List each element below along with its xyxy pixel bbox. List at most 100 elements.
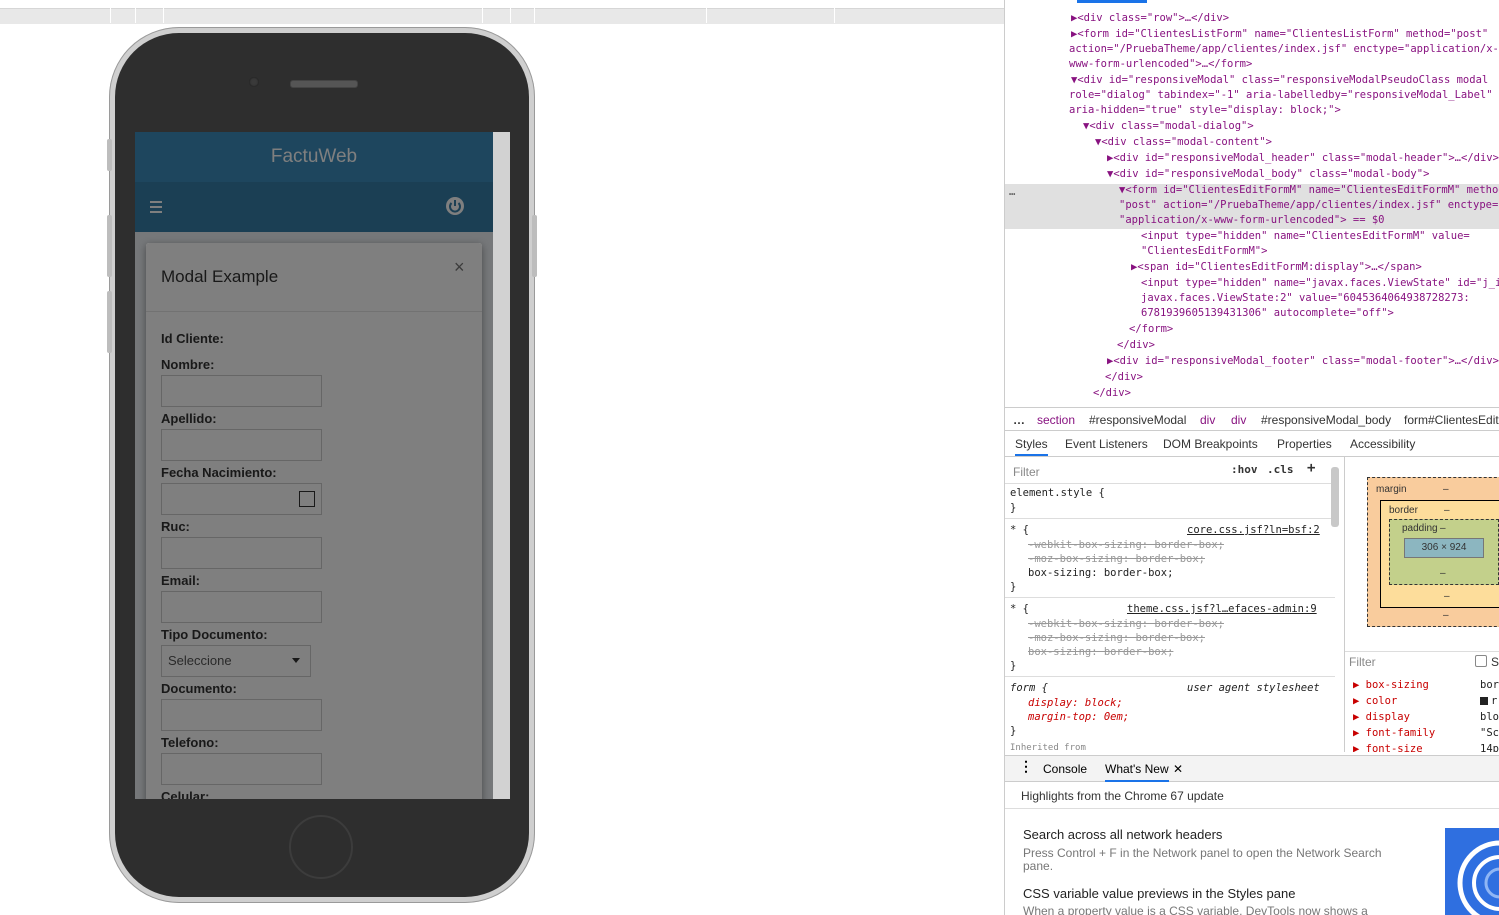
drawer-tabs: ⋮ Console What's New ✕: [1005, 755, 1499, 782]
whats-new-item-title[interactable]: CSS variable value previews in the Style…: [1023, 886, 1295, 901]
dom-line[interactable]: ▼<form id="ClientesEditFormM" name="Clie…: [1119, 184, 1499, 196]
computed-value: bor: [1480, 679, 1499, 691]
computed-value: r: [1491, 695, 1498, 707]
page-scrollbar[interactable]: [493, 132, 510, 799]
cls-toggle[interactable]: .cls: [1267, 463, 1294, 476]
rule-source-link[interactable]: core.css.jsf?ln=bsf:2: [1187, 524, 1320, 536]
tab-accessibility[interactable]: Accessibility: [1350, 437, 1415, 451]
dom-line: "application/x-www-form-urlencoded"> == …: [1119, 214, 1385, 226]
breadcrumb-item[interactable]: #responsiveModal: [1089, 413, 1186, 427]
style-property[interactable]: -webkit-box-sizing: border-box;: [1028, 618, 1224, 630]
computed-value: "Sc: [1480, 727, 1499, 739]
tab-dom-breakpoints[interactable]: DOM Breakpoints: [1163, 437, 1258, 451]
dom-line[interactable]: <input type="hidden" name="javax.faces.V…: [1141, 277, 1499, 289]
color-swatch-icon[interactable]: [1480, 697, 1488, 705]
breadcrumb-more[interactable]: …: [1013, 413, 1025, 427]
ruler-tick: [510, 8, 511, 23]
element-style-selector[interactable]: element.style {: [1010, 487, 1105, 499]
ruler-bar: [0, 8, 1004, 24]
tab-styles[interactable]: Styles: [1015, 437, 1048, 456]
dom-line[interactable]: ▼<div id="responsiveModal" class="respon…: [1071, 74, 1488, 86]
breadcrumb-item[interactable]: form#ClientesEdit: [1404, 413, 1499, 427]
dom-line: "post" action="/PruebaTheme/app/clientes…: [1119, 199, 1499, 211]
hov-toggle[interactable]: :hov: [1231, 463, 1258, 476]
rule-selector[interactable]: * {: [1010, 524, 1029, 536]
dom-line: aria-hidden="true" style="display: block…: [1069, 104, 1341, 116]
tab-event-listeners[interactable]: Event Listeners: [1065, 437, 1148, 451]
devtools-top-tabs: [1005, 0, 1499, 3]
box-model-border[interactable]: border – – padding – – 306 × 924: [1380, 500, 1499, 608]
box-model-margin[interactable]: margin – – border – – padding – – 306 × …: [1367, 477, 1499, 627]
style-property[interactable]: -moz-box-sizing: border-box;: [1028, 632, 1205, 644]
tab-console[interactable]: Console: [1043, 762, 1087, 776]
dom-line: www-form-urlencoded">…</form>: [1069, 58, 1253, 70]
highlights-header: Highlights from the Chrome 67 update: [1005, 782, 1499, 809]
rule-close: }: [1010, 725, 1017, 737]
show-all-checkbox[interactable]: [1475, 655, 1487, 667]
dom-line[interactable]: ▼<div class="modal-dialog">: [1083, 120, 1254, 132]
device-toolbar-ruler: [0, 0, 1004, 26]
margin-label: margin: [1376, 484, 1407, 495]
rule-selector[interactable]: * {: [1010, 603, 1029, 615]
chrome-update-thumbnail[interactable]: [1445, 828, 1499, 915]
new-style-rule-button[interactable]: +: [1307, 460, 1315, 476]
dom-line[interactable]: ▶<div id="responsiveModal_footer" class=…: [1107, 355, 1499, 367]
dom-line[interactable]: ▶<form id="ClientesListForm" name="Clien…: [1071, 28, 1488, 40]
sidebar-tabs: Styles Event Listeners DOM Breakpoints P…: [1005, 431, 1499, 457]
computed-property[interactable]: ▶ display: [1353, 711, 1410, 723]
breadcrumb-item[interactable]: section: [1037, 413, 1075, 427]
border-value: –: [1444, 591, 1450, 602]
computed-property[interactable]: ▶ color: [1353, 695, 1397, 707]
style-property: margin-top: 0em;: [1028, 711, 1130, 723]
divider: [1345, 651, 1499, 652]
volume-up-button: [107, 215, 112, 277]
dom-breadcrumb: … section #responsiveModal div div #resp…: [1005, 407, 1499, 431]
style-property[interactable]: box-sizing: border-box;: [1028, 567, 1173, 579]
style-property[interactable]: box-sizing: border-box;: [1028, 646, 1173, 658]
rule-source-link[interactable]: theme.css.jsf?l…efaces-admin:9: [1127, 603, 1317, 615]
dom-line[interactable]: <input type="hidden" name="ClientesEditF…: [1141, 230, 1470, 242]
whats-new-item-title[interactable]: Search across all network headers: [1023, 827, 1222, 842]
dom-line[interactable]: ▶<div id="responsiveModal_header" class=…: [1107, 152, 1499, 164]
dom-line: "ClientesEditFormM">: [1141, 245, 1268, 257]
ruler-tick: [110, 8, 111, 23]
home-button[interactable]: [289, 815, 353, 879]
dom-line[interactable]: </div>: [1105, 371, 1143, 383]
ruler-tick: [834, 8, 835, 23]
dom-line[interactable]: ▶<span id="ClientesEditFormM:display">…<…: [1131, 261, 1422, 273]
style-property[interactable]: -moz-box-sizing: border-box;: [1028, 553, 1205, 565]
dom-line[interactable]: </form>: [1129, 323, 1173, 335]
breadcrumb-item[interactable]: #responsiveModal_body: [1261, 413, 1391, 427]
earpiece-speaker: [290, 80, 358, 88]
drawer-menu-icon[interactable]: ⋮: [1019, 758, 1033, 775]
style-property[interactable]: -webkit-box-sizing: border-box;: [1028, 539, 1224, 551]
tab-whats-new[interactable]: What's New: [1105, 762, 1169, 782]
breadcrumb-item[interactable]: div: [1231, 413, 1246, 427]
box-model-content[interactable]: 306 × 924: [1404, 538, 1484, 558]
dom-line[interactable]: ▶<div class="row">…</div>: [1071, 12, 1229, 24]
computed-property[interactable]: ▶ font-size: [1353, 743, 1423, 752]
breadcrumb-item[interactable]: div: [1200, 413, 1215, 427]
computed-value: 14p: [1480, 743, 1499, 752]
dom-line[interactable]: ▼<div id="responsiveModal_body" class="m…: [1107, 168, 1429, 180]
close-icon[interactable]: ✕: [1173, 762, 1183, 776]
box-model-padding[interactable]: padding – – 306 × 924: [1389, 519, 1499, 585]
styles-scrollbar[interactable]: [1331, 467, 1339, 527]
volume-down-button: [107, 291, 112, 353]
computed-filter-input[interactable]: Filter: [1349, 655, 1376, 669]
tab-properties[interactable]: Properties: [1277, 437, 1332, 451]
dom-line: role="dialog" tabindex="-1" aria-labelle…: [1069, 89, 1493, 101]
rule-close: }: [1010, 660, 1017, 672]
rule-close: }: [1010, 502, 1017, 514]
dom-line[interactable]: </div>: [1117, 339, 1155, 351]
styles-filter-input[interactable]: Filter: [1013, 465, 1040, 479]
divider: [1005, 483, 1335, 484]
ruler-tick: [135, 8, 136, 23]
computed-property[interactable]: ▶ box-sizing: [1353, 679, 1429, 691]
front-camera: [249, 77, 259, 87]
dom-row-menu[interactable]: …: [1009, 186, 1015, 198]
mute-switch: [107, 139, 112, 171]
dom-line[interactable]: ▼<div class="modal-content">: [1095, 136, 1272, 148]
dom-line[interactable]: </div>: [1093, 387, 1131, 399]
computed-property[interactable]: ▶ font-family: [1353, 727, 1435, 739]
